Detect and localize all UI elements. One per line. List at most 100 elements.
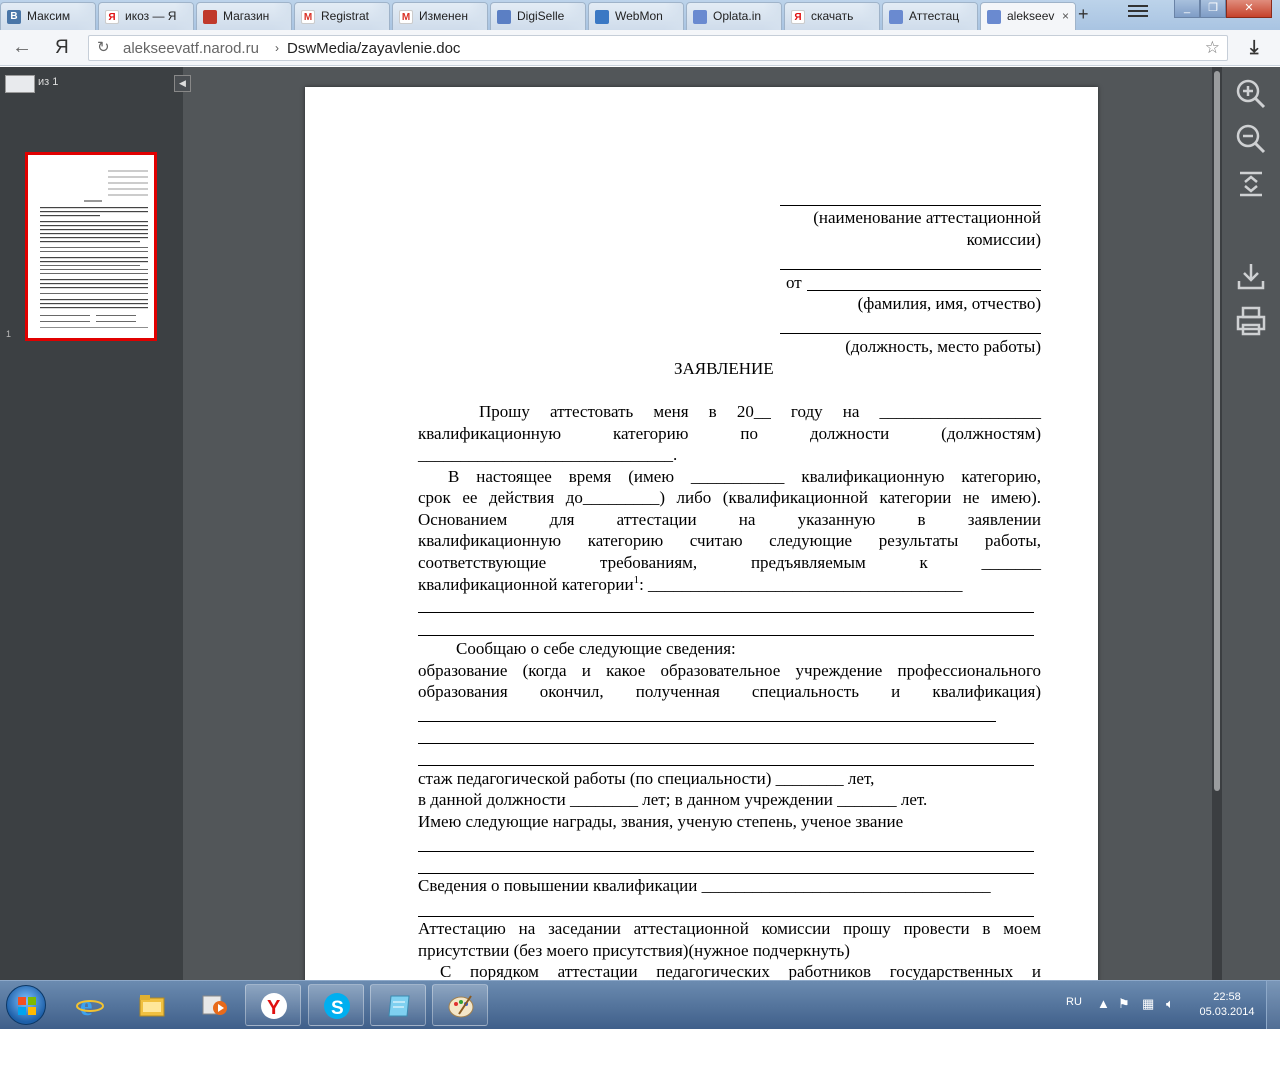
skype-button[interactable]: S [308,984,364,1026]
screen: В Максим Яикоз — Я Магазин M Registrat M Измене… [0,0,1280,1072]
language-indicator[interactable]: RU [1066,996,1082,1008]
webmoney-icon [595,10,609,24]
footnote-mark: 1 [633,574,640,586]
collapse-sidebar-button[interactable]: ◀ [174,75,191,92]
close-tab-icon[interactable]: × [1062,9,1069,23]
vk-icon: В [7,10,21,24]
paragraph-6-line-2: присутствии (без моего присутствия)(нужн… [418,941,850,960]
oplata-icon [693,10,707,24]
menu-icon[interactable] [1128,5,1148,19]
media-player-button[interactable] [186,984,242,1026]
tab-10[interactable]: Аттестац [882,2,978,30]
scrollbar-thumb[interactable] [1214,71,1220,791]
notepad-button[interactable] [370,984,426,1026]
tab-title: alekseev [1007,9,1055,23]
qualification-category-blank: : _____________________________________ [639,575,963,594]
download-icon[interactable] [1234,259,1268,293]
fit-page-icon[interactable] [1234,167,1268,201]
skype-icon: S [324,993,350,1019]
commission-label-1: (наименование аттестационной [813,208,1041,227]
url-separator: › [275,41,279,55]
tab-9[interactable]: Яскачать [784,2,880,30]
minimize-button[interactable]: _ [1174,0,1200,18]
tab-5[interactable]: M Изменен [392,2,488,30]
tab-fade [763,3,781,30]
notepad-icon [388,995,410,1017]
tab-3[interactable]: Магазин [196,2,292,30]
document-page: (наименование аттестационной комиссии) о… [305,87,1098,987]
paragraph-4-line-2: в данной должности ________ лет; в данно… [418,790,928,809]
paragraph-2-line-5: соответствующие требованиям, предъявляем… [418,553,1041,572]
tab-8[interactable]: Oplata.in [686,2,782,30]
back-arrow-icon[interactable]: ← [12,36,32,59]
system-clock[interactable]: 22:58 05.03.2014 [1196,990,1258,1020]
tab-1[interactable]: В Максим [0,2,96,30]
clock-time: 22:58 [1213,991,1241,1003]
blank-line [418,851,1034,852]
tab-fade [959,3,977,30]
maximize-button[interactable]: ❐ [1200,0,1226,18]
yandex-browser-button[interactable]: Y [245,984,301,1026]
yandex-icon: Я [105,10,119,24]
tab-title: WebMon [615,9,663,23]
thumbnail-sidebar: из 1 ◀ 1 [0,67,191,980]
svg-text:e: e [80,991,92,1019]
tab-strip: В Максим Яикоз — Я Магазин M Registrat M Измене… [0,0,1280,31]
thumbnail-page-number: 1 [6,329,12,339]
tab-7[interactable]: WebMon [588,2,684,30]
paragraph-1-line-3: ______________________________. [418,445,678,464]
new-tab-button[interactable]: + [1078,4,1089,25]
tab-11[interactable]: alekseev × [980,2,1076,31]
tab-4[interactable]: M Registrat [294,2,390,30]
print-icon[interactable] [1234,304,1268,338]
zoom-out-icon[interactable] [1234,122,1268,156]
bookmark-star-icon[interactable]: ☆ [1205,38,1220,58]
downloads-icon[interactable]: ⤓ [1250,37,1258,59]
paragraph-5-line-1: Сведения о повышении квалификации ______… [418,876,991,895]
reload-icon[interactable]: ↻ [97,38,110,56]
tab-6[interactable]: DigiSelle [490,2,586,30]
gmail-icon: M [301,10,315,24]
address-bar[interactable]: ↻ alekseevatf.narod.ru › DswMedia/zayavl… [88,35,1228,61]
navigation-bar: ← Я ↻ alekseevatf.narod.ru › DswMedia/za… [0,30,1280,66]
tab-title: Максим [27,9,71,23]
show-desktop-button[interactable] [1266,981,1280,1029]
paragraph-2-line-1: В настоящее время (имею ___________ квал… [448,467,1041,486]
viewer-toolbar [1212,67,1280,980]
start-button[interactable] [6,985,46,1025]
page-thumbnail[interactable] [25,152,157,341]
paragraph-3-line-1: Сообщаю о себе следующие сведения: [456,639,736,658]
fio-label: (фамилия, имя, отчество) [857,294,1041,313]
internet-explorer-icon: e [76,991,104,1019]
tab-fade [273,3,291,30]
folder-icon [139,995,165,1017]
zoom-in-icon[interactable] [1234,77,1268,111]
yandex-logo-icon[interactable]: Я [55,37,69,59]
blank-line [418,916,1034,917]
commission-label-2: комиссии) [966,230,1041,249]
blank-line [418,765,1034,766]
yandex-icon: Я [791,10,805,24]
narod-icon [987,10,1001,24]
volume-icon[interactable]: 🔈︎ [1166,996,1174,1012]
network-icon[interactable]: ▦ [1142,996,1154,1012]
page-number-input[interactable] [5,75,35,93]
tab-2[interactable]: Яикоз — Я [98,2,194,30]
media-player-icon [202,995,227,1015]
tab-fade [861,3,879,30]
windows-logo-icon [18,997,36,1015]
blank-line [418,612,1034,613]
paragraph-3-line-2: образование (когда и какое образовательн… [418,661,1041,680]
action-center-flag-icon[interactable]: ⚑ [1118,996,1130,1012]
close-window-button[interactable]: ✕ [1226,0,1272,18]
vertical-scrollbar[interactable] [1212,67,1222,980]
tab-fade [175,3,193,30]
paint-button[interactable] [432,984,488,1026]
blank-line [418,635,1034,636]
internet-explorer-button[interactable]: e [62,984,118,1026]
show-hidden-icons-icon[interactable]: ▲ [1097,996,1110,1011]
explorer-button[interactable] [124,984,180,1026]
paragraph-4-line-1: стаж педагогической работы (по специальн… [418,769,875,788]
paragraph-1-line-2: квалификационную категорию по должности … [418,424,1041,443]
tab-title: Магазин [223,9,270,23]
